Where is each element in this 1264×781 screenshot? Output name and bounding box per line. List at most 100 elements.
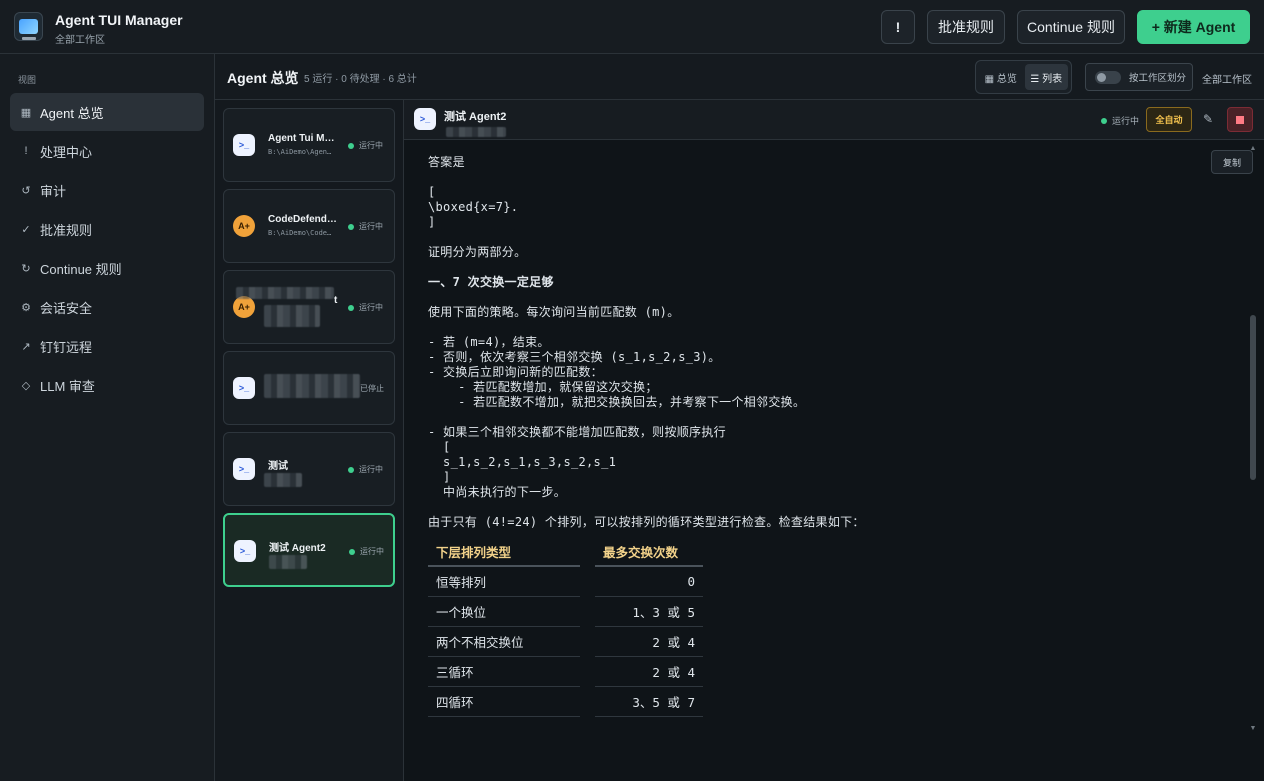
- agent-detail-panel: >_ 测试 Agent2 运行中 全自动 ✎ 答案是 [ \boxed{x=7}…: [404, 100, 1264, 781]
- sidebar-item-label: 钉钉远程: [40, 339, 93, 355]
- table-cell: 一个换位: [428, 597, 580, 627]
- table-cell: 1、3 或 5: [595, 597, 703, 627]
- agent-card[interactable]: A+ t 运行中: [223, 270, 395, 344]
- workspace-group-toggle[interactable]: 按工作区划分: [1085, 63, 1193, 91]
- top-bar: Agent TUI Manager 全部工作区 ! 批准规则 Continue …: [0, 0, 1264, 54]
- detail-agent-name: 测试 Agent2: [444, 111, 507, 123]
- toggle-switch-icon: [1095, 70, 1121, 84]
- agent-name: CodeDefend…: [268, 214, 337, 225]
- sidebar-item-continue-rules[interactable]: ↻ Continue 规则: [10, 249, 204, 287]
- table-cell: 三循环: [428, 657, 580, 687]
- terminal-line: 证明分为两部分。: [428, 245, 527, 259]
- alerts-button[interactable]: !: [881, 10, 915, 44]
- terminal-line: - 否则，依次考察三个相邻交换 (s_1,s_2,s_3)。: [428, 350, 721, 364]
- sidebar-item-label: 批准规则: [40, 222, 93, 238]
- view-overview-tab[interactable]: ▦ 总览: [979, 64, 1023, 90]
- scroll-up-icon[interactable]: ▲: [1249, 145, 1257, 153]
- table-header: 下层排列类型: [428, 537, 580, 567]
- table-cell: 0: [595, 567, 703, 597]
- auto-mode-badge[interactable]: 全自动: [1146, 107, 1192, 132]
- sidebar-item-dingtalk-remote[interactable]: ↗ 钉钉远程: [10, 327, 204, 365]
- sidebar-caption: 视图: [18, 75, 37, 85]
- sidebar-item-label: 会话安全: [40, 300, 93, 316]
- sidebar-item-label: 处理中心: [40, 144, 93, 160]
- sidebar: 视图 ▦ Agent 总览 ! 处理中心 ↺ 审计 ✓ 批准规则 ↻ Continue 规…: [0, 54, 215, 781]
- new-agent-button[interactable]: + 新建 Agent: [1137, 10, 1250, 44]
- agent-stats: 5 运行 · 0 待处理 · 6 总计: [304, 74, 417, 85]
- copy-button[interactable]: 复制: [1211, 150, 1253, 174]
- scrollbar-thumb[interactable]: [1250, 315, 1256, 480]
- sidebar-item-label: Agent 总览: [40, 105, 104, 121]
- table-cell: 两个不相交换位: [428, 627, 580, 657]
- alert-icon: !: [24, 145, 28, 157]
- status-dot-icon: [348, 223, 354, 230]
- view-switcher: ▦ 总览 ☰ 列表: [975, 60, 1072, 94]
- agent-path: B:\AiDemo\Agen…: [268, 148, 332, 156]
- agent-card-selected[interactable]: >_ 测试 Agent2 运行中: [223, 513, 395, 587]
- redacted-path: [269, 555, 307, 569]
- redacted-name: [264, 374, 360, 398]
- detail-header: >_ 测试 Agent2 运行中 全自动 ✎: [404, 100, 1264, 140]
- approve-rules-button[interactable]: 批准规则: [927, 10, 1005, 44]
- history-icon: ↺: [21, 184, 31, 197]
- scroll-down-icon[interactable]: ▼: [1249, 725, 1257, 733]
- sidebar-item-agent-overview[interactable]: ▦ Agent 总览: [10, 93, 204, 131]
- terminal-icon: >_: [233, 458, 255, 480]
- diamond-icon: ◇: [21, 379, 31, 392]
- terminal-line: 使用下面的策略。每次询问当前匹配数 (m)。: [428, 305, 680, 319]
- terminal-line: - 若 (m=4)，结束。: [428, 335, 550, 349]
- agent-name: 测试 Agent2: [269, 543, 326, 554]
- stop-icon: [1236, 115, 1244, 124]
- terminal-line: ]: [428, 470, 451, 484]
- redacted-path: [264, 473, 302, 487]
- terminal-line: [: [428, 185, 436, 199]
- edit-pencil-icon[interactable]: ✎: [1203, 112, 1213, 126]
- status-dot-icon: [348, 142, 354, 149]
- sidebar-item-llm-review[interactable]: ◇ LLM 审查: [10, 366, 204, 404]
- agent-card[interactable]: >_ 测试 运行中: [223, 432, 395, 506]
- status-badge: 运行中: [349, 546, 384, 557]
- status-dot-icon: [348, 304, 354, 311]
- agent-path: B:\AiDemo\Code…: [268, 229, 332, 237]
- terminal-line: ]: [428, 215, 436, 229]
- table-cell: 2 或 4: [595, 657, 703, 687]
- check-icon: ✓: [21, 223, 31, 236]
- terminal-icon: >_: [233, 134, 255, 156]
- agent-card[interactable]: >_ 已停止: [223, 351, 395, 425]
- app-subtitle: 全部工作区: [55, 35, 105, 46]
- stop-button[interactable]: [1227, 107, 1253, 132]
- agent-name: Agent Tui M…: [268, 133, 335, 144]
- status-badge: 运行中: [348, 302, 383, 313]
- terminal-line: 答案是: [428, 155, 465, 169]
- status-badge: 运行中: [348, 464, 383, 475]
- aplus-icon: A+: [233, 215, 255, 237]
- external-arrow-icon: ↗: [21, 340, 31, 353]
- sidebar-item-audit[interactable]: ↺ 审计: [10, 171, 204, 209]
- app-logo-icon: [14, 12, 43, 41]
- agent-card[interactable]: >_ Agent Tui M… B:\AiDemo\Agen… 运行中: [223, 108, 395, 182]
- terminal-line: \boxed{x=7}.: [428, 200, 519, 214]
- terminal-line: - 交换后立即询问新的匹配数：: [428, 365, 603, 379]
- agent-card[interactable]: A+ CodeDefend… B:\AiDemo\Code… 运行中: [223, 189, 395, 263]
- status-dot-icon: [349, 548, 355, 555]
- status-badge: 已停止: [360, 384, 384, 393]
- sidebar-item-approve-rules[interactable]: ✓ 批准规则: [10, 210, 204, 248]
- agent-card-list: >_ Agent Tui M… B:\AiDemo\Agen… 运行中 A+ C…: [215, 100, 404, 781]
- page-title: Agent 总览: [227, 70, 299, 86]
- terminal-heading: 一、7 次交换一定足够: [428, 275, 554, 289]
- terminal-icon: >_: [234, 540, 256, 562]
- agent-list-header: Agent 总览 5 运行 · 0 待处理 · 6 总计 ▦ 总览 ☰ 列表 按…: [215, 54, 1264, 100]
- status-badge: 运行中: [348, 221, 383, 232]
- terminal-scrollbar[interactable]: ▲ ▼: [1249, 145, 1257, 735]
- agent-name: 测试: [268, 461, 288, 472]
- workspace-filter[interactable]: 全部工作区: [1202, 71, 1252, 86]
- redacted-path: [264, 305, 320, 327]
- sidebar-item-processing-center[interactable]: ! 处理中心: [10, 132, 204, 170]
- terminal-line: s_1,s_2,s_1,s_3,s_2,s_1: [428, 455, 617, 469]
- terminal-icon: >_: [414, 108, 436, 130]
- view-list-tab[interactable]: ☰ 列表: [1024, 64, 1068, 90]
- sidebar-item-session-security[interactable]: ⚙ 会话安全: [10, 288, 204, 326]
- table-cell: 四循环: [428, 687, 580, 717]
- table-header: 最多交换次数: [595, 537, 703, 567]
- continue-rules-button[interactable]: Continue 规则: [1017, 10, 1125, 44]
